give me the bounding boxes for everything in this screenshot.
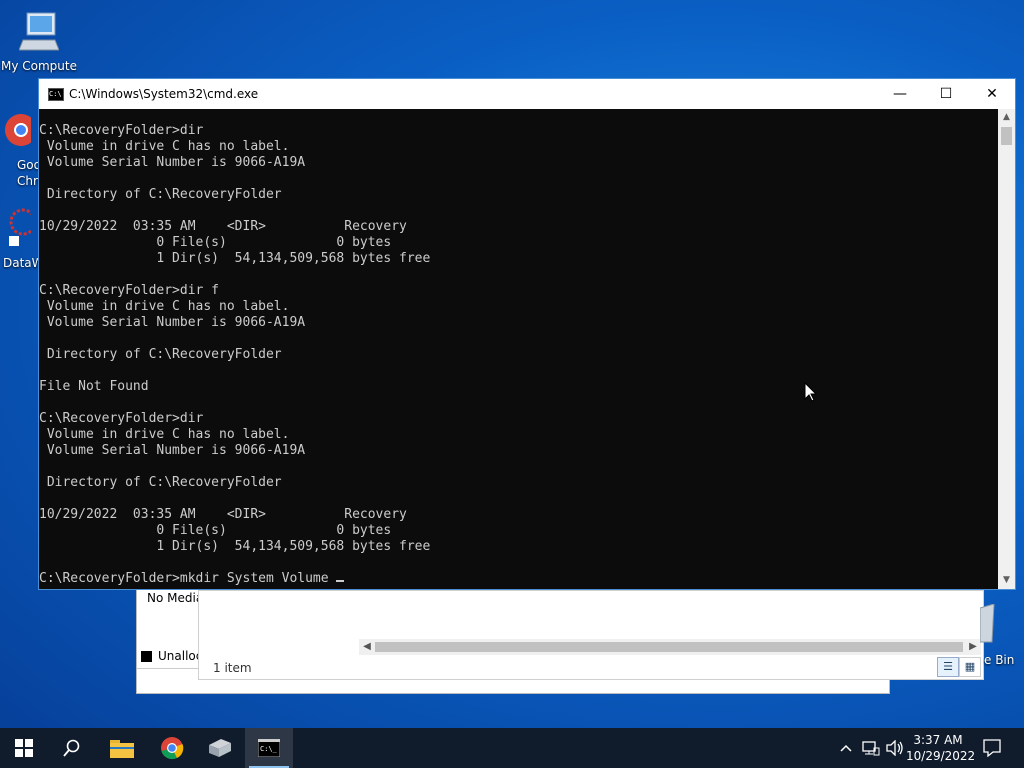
scrollbar-thumb[interactable] [1001, 127, 1012, 145]
explorer-window: ◀ ▶ 1 item ☰ ▦ [198, 590, 984, 680]
speaker-icon [886, 740, 903, 756]
unallocated-legend: Unalloc [141, 649, 202, 663]
taskbar: C:\_ 3:37 AM 10/29/2022 [0, 728, 1024, 768]
close-button[interactable]: ✕ [969, 79, 1015, 109]
status-item-count: 1 item [213, 661, 252, 675]
recycle-bin-icon[interactable] [979, 603, 995, 644]
computer-icon [18, 12, 60, 51]
window-title: C:\Windows\System32\cmd.exe [69, 87, 259, 101]
taskbar-file-explorer[interactable] [98, 728, 146, 768]
network-icon [862, 741, 880, 756]
scroll-up-icon[interactable]: ▲ [998, 109, 1015, 126]
app-icon [9, 208, 37, 246]
maximize-button[interactable]: ☐ [923, 79, 969, 109]
taskbar-app[interactable] [196, 728, 244, 768]
details-view-button[interactable]: ☰ [937, 657, 959, 677]
mouse-pointer-icon [804, 382, 818, 402]
start-button[interactable] [0, 728, 48, 768]
unallocated-label: Unalloc [158, 649, 203, 663]
vertical-scrollbar[interactable]: ▲ ▼ [998, 109, 1015, 589]
show-hidden-icons-button[interactable] [836, 728, 856, 768]
scroll-right-icon[interactable]: ▶ [965, 639, 981, 655]
clock-time: 3:37 AM [913, 733, 963, 747]
desktop-icon-chrome[interactable] [0, 112, 37, 151]
console-output[interactable]: C:\RecoveryFolder>dir Volume in drive C … [39, 109, 999, 589]
app-icon [209, 739, 231, 757]
search-button[interactable] [48, 728, 96, 768]
large-icons-view-button[interactable]: ▦ [959, 657, 981, 677]
network-button[interactable] [860, 728, 882, 768]
cmd-window[interactable]: C:\ C:\Windows\System32\cmd.exe — ☐ ✕ C:… [38, 78, 1016, 590]
chrome-icon [5, 114, 37, 146]
cmd-icon: C:\_ [258, 739, 280, 757]
notification-icon [983, 739, 1001, 757]
taskbar-cmd[interactable]: C:\_ [245, 728, 293, 768]
volume-button[interactable] [884, 728, 906, 768]
desktop-icon-my-computer[interactable]: My Computer [1, 10, 77, 73]
taskbar-clock[interactable]: 3:37 AM 10/29/2022 [906, 732, 976, 764]
text-cursor [336, 580, 345, 582]
unallocated-swatch [141, 650, 152, 662]
horizontal-scrollbar[interactable]: ◀ ▶ [359, 639, 981, 655]
minimize-button[interactable]: — [877, 79, 923, 109]
svg-text:C:\_: C:\_ [260, 745, 278, 753]
chrome-icon [161, 737, 184, 760]
scrollbar-thumb[interactable] [375, 642, 963, 652]
folder-icon [110, 740, 134, 758]
desktop-icon-label: My Computer [1, 59, 77, 73]
recycle-bin-label: e Bin [984, 653, 1015, 667]
chevron-up-icon [840, 744, 852, 752]
desktop-icon-datawarehouse[interactable] [0, 206, 37, 249]
clock-date: 10/29/2022 [906, 749, 976, 763]
search-icon [63, 739, 80, 757]
console-text: C:\RecoveryFolder>dir Volume in drive C … [39, 123, 431, 586]
cmd-window-icon: C:\ [48, 88, 64, 101]
windows-logo-icon [15, 739, 33, 757]
scroll-left-icon[interactable]: ◀ [359, 639, 375, 655]
scroll-down-icon[interactable]: ▼ [998, 572, 1015, 589]
action-center-button[interactable] [980, 728, 1004, 768]
no-media-label: No Media [147, 591, 204, 605]
taskbar-chrome[interactable] [148, 728, 196, 768]
cmd-titlebar[interactable]: C:\ C:\Windows\System32\cmd.exe — ☐ ✕ [39, 79, 1015, 109]
